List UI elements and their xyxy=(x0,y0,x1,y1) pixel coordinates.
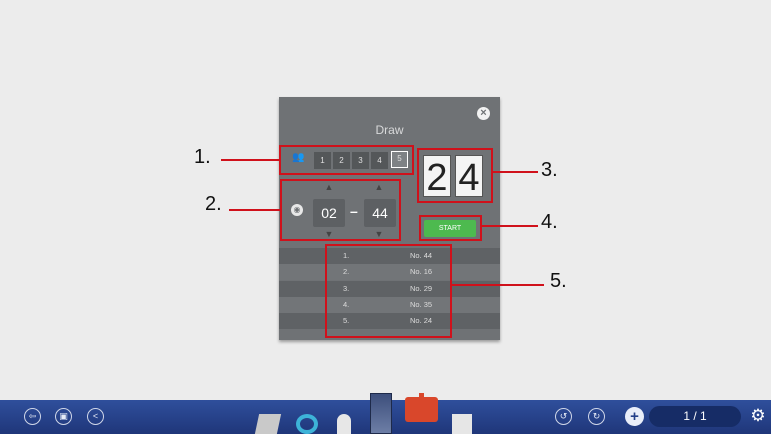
exit-icon[interactable]: ⇦ xyxy=(24,408,41,425)
document-icon[interactable] xyxy=(452,414,472,434)
highlighter-tool-icon[interactable] xyxy=(337,414,351,434)
annotation-line-2 xyxy=(229,209,280,211)
page-indicator[interactable]: 1 / 1 xyxy=(649,406,741,427)
annotation-label-2: 2. xyxy=(205,193,222,215)
annotation-line-1 xyxy=(221,159,279,161)
annotation-box-5 xyxy=(325,244,452,338)
toolbox-handle xyxy=(419,393,424,398)
annotation-line-4 xyxy=(482,225,538,227)
annotation-box-2 xyxy=(280,179,401,241)
annotation-label-5: 5. xyxy=(550,270,567,292)
save-icon[interactable]: ▣ xyxy=(55,408,72,425)
annotation-line-5 xyxy=(452,284,544,286)
eraser-tool-icon[interactable] xyxy=(254,414,282,434)
share-icon[interactable]: < xyxy=(87,408,104,425)
annotation-label-3: 3. xyxy=(541,159,558,181)
gear-icon[interactable]: ⚙ xyxy=(750,406,766,426)
selector-tool-icon[interactable] xyxy=(296,414,318,434)
annotation-label-4: 4. xyxy=(541,211,558,233)
annotation-box-1 xyxy=(279,145,414,175)
dialog-title: Draw xyxy=(375,123,404,137)
add-page-button[interactable]: + xyxy=(625,407,644,426)
close-icon[interactable]: × xyxy=(477,107,490,120)
annotation-box-4 xyxy=(419,215,482,241)
annotation-line-3 xyxy=(493,171,538,173)
undo-icon[interactable]: ↺ xyxy=(555,408,572,425)
pen-tool-icon[interactable] xyxy=(370,393,392,434)
toolbox-icon[interactable] xyxy=(405,397,438,422)
annotation-label-1: 1. xyxy=(194,146,211,168)
annotation-box-3 xyxy=(417,148,493,203)
redo-icon[interactable]: ↻ xyxy=(588,408,605,425)
